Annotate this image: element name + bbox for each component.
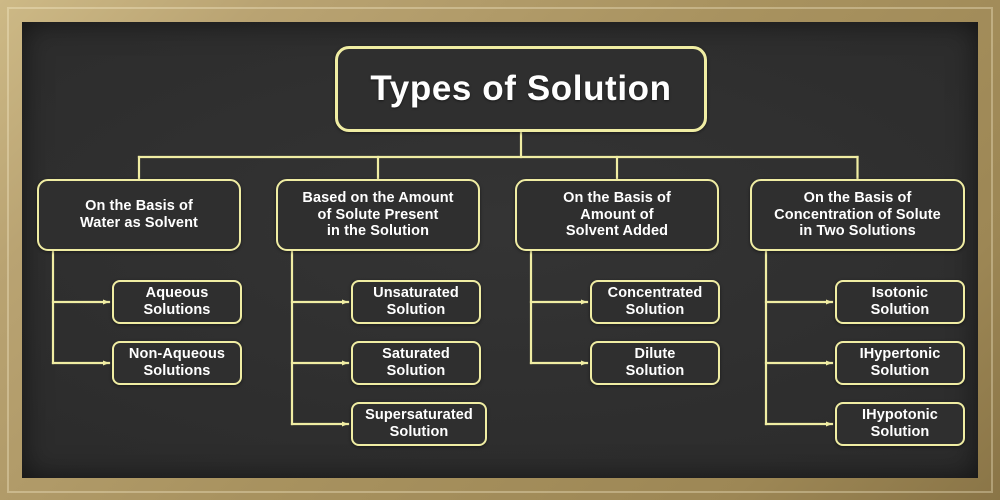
branch-box-3: On the Basis of Amount of Solvent Added	[515, 179, 719, 251]
diagram-title-box: Types of Solution	[335, 46, 707, 132]
leaf-box-1-1: Aqueous Solutions	[112, 280, 242, 324]
leaf-box-1-1-label: Aqueous Solutions	[143, 285, 211, 318]
leaf-box-3-2-label: Dilute Solution	[625, 346, 685, 379]
diagram-title-box-label: Types of Solution	[370, 69, 672, 109]
branch-box-3-label: On the Basis of Amount of Solvent Added	[563, 190, 671, 240]
branch-box-4-label: On the Basis of Concentration of Solute …	[774, 190, 941, 240]
leaf-box-4-1-label: Isotonic Solution	[870, 285, 930, 318]
picture-frame: Types of Solution On the Basis of Water a…	[0, 0, 1000, 500]
leaf-box-2-2: Saturated Solution	[351, 341, 481, 385]
leaf-box-2-1: Unsaturated Solution	[351, 280, 481, 324]
branch-box-1-label: On the Basis of Water as Solvent	[80, 198, 198, 231]
leaf-box-2-3: Supersaturated Solution	[351, 402, 487, 446]
diagram-canvas: Types of Solution On the Basis of Water a…	[22, 22, 978, 478]
leaf-box-2-2-label: Saturated Solution	[382, 346, 450, 379]
leaf-box-4-3-label: IHypotonic Solution	[862, 407, 938, 440]
chalkboard-panel: Types of Solution On the Basis of Water a…	[22, 22, 978, 478]
leaf-box-4-1: Isotonic Solution	[835, 280, 965, 324]
leaf-box-3-1: Concentrated Solution	[590, 280, 720, 324]
leaf-box-4-2-label: IHypertonic Solution	[859, 346, 941, 379]
branch-box-2-label: Based on the Amount of Solute Present in…	[302, 190, 454, 240]
leaf-box-2-3-label: Supersaturated Solution	[365, 407, 473, 440]
leaf-box-4-2: IHypertonic Solution	[835, 341, 965, 385]
leaf-box-3-1-label: Concentrated Solution	[607, 285, 703, 318]
leaf-box-3-2: Dilute Solution	[590, 341, 720, 385]
branch-box-1: On the Basis of Water as Solvent	[37, 179, 241, 251]
leaf-box-4-3: IHypotonic Solution	[835, 402, 965, 446]
leaf-box-1-2-label: Non-Aqueous Solutions	[128, 346, 226, 379]
branch-box-2: Based on the Amount of Solute Present in…	[276, 179, 480, 251]
leaf-box-1-2: Non-Aqueous Solutions	[112, 341, 242, 385]
branch-box-4: On the Basis of Concentration of Solute …	[750, 179, 965, 251]
leaf-box-2-1-label: Unsaturated Solution	[373, 285, 459, 318]
